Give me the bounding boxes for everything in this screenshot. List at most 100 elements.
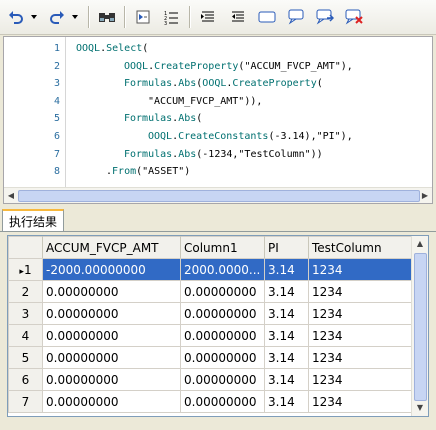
table-cell[interactable]: 0.00000000 [180, 302, 265, 325]
redo-icon[interactable] [46, 6, 68, 28]
scroll-left-icon[interactable]: ◀ [5, 190, 17, 201]
column-header[interactable]: PI [264, 236, 309, 259]
align-left-icon[interactable] [197, 6, 219, 28]
indent-icon[interactable] [132, 6, 154, 28]
table-row[interactable]: 2 0.00000000 0.00000000 3.14 1234 [8, 280, 415, 303]
table-row[interactable]: 5 0.00000000 0.00000000 3.14 1234 [8, 346, 415, 369]
align-center-icon[interactable] [227, 6, 249, 28]
table-cell[interactable]: 0.00000000 [42, 302, 181, 325]
table-row[interactable]: ▸1 -2000.00000000 2000.0000... 3.14 1234 [8, 258, 415, 281]
table-cell[interactable]: 0.00000000 [180, 368, 265, 391]
table-cell[interactable]: 3.14 [264, 258, 309, 281]
code-identifier: Select [106, 43, 143, 54]
table-cell[interactable]: 1234 [308, 258, 415, 281]
scroll-down-icon[interactable]: ▼ [414, 401, 426, 415]
row-header-corner [8, 236, 43, 259]
row-header[interactable]: 3 [8, 302, 43, 325]
toolbar-separator [124, 6, 125, 28]
table-row[interactable]: 3 0.00000000 0.00000000 3.14 1234 [8, 302, 415, 325]
table-cell[interactable]: 0.00000000 [180, 280, 265, 303]
table-cell[interactable]: 1234 [308, 368, 415, 391]
comment-icon[interactable] [285, 6, 307, 28]
code-line: OOQL.CreateProperty("ACCUM_FVCP_AMT"), [124, 58, 353, 75]
comment-delete-icon[interactable] [343, 6, 365, 28]
table-cell[interactable]: 1234 [308, 346, 415, 369]
row-header[interactable]: 4 [8, 324, 43, 347]
table-row[interactable]: 6 0.00000000 0.00000000 3.14 1234 [8, 368, 415, 391]
horizontal-scrollbar-thumb[interactable] [18, 190, 420, 202]
code-line: Formulas.Abs( [124, 110, 202, 127]
table-cell[interactable]: 0.00000000 [42, 280, 181, 303]
code-identifier: OOQL [76, 43, 101, 54]
code-identifier: Abs [178, 148, 197, 160]
table-cell[interactable]: -2000.00000000 [42, 258, 181, 281]
table-cell[interactable]: 0.00000000 [42, 368, 181, 391]
code-identifier: OOQL [202, 78, 227, 90]
table-cell[interactable]: 3.14 [264, 346, 309, 369]
svg-text:3: 3 [164, 21, 167, 25]
table-row[interactable]: 7 0.00000000 0.00000000 3.14 1234 [8, 390, 415, 413]
results-grid[interactable]: ACCUM_FVCP_AMT Column1 PI TestColumn ▸1-… [7, 235, 429, 417]
table-cell[interactable]: 3.14 [264, 390, 309, 413]
table-cell[interactable]: 3.14 [264, 368, 309, 391]
line-number: 2 [53, 60, 60, 72]
redo-dropdown-icon[interactable] [71, 12, 79, 22]
column-header[interactable]: ACCUM_FVCP_AMT [42, 236, 181, 259]
table-cell[interactable]: 1234 [308, 324, 415, 347]
table-cell[interactable]: 3.14 [264, 324, 309, 347]
row-number: 3 [21, 306, 30, 321]
horizontal-scrollbar[interactable]: ◀ ▶ [4, 187, 432, 203]
row-number: 1 [23, 262, 32, 277]
table-cell[interactable]: 1234 [308, 390, 415, 413]
scroll-up-icon[interactable]: ▲ [414, 237, 426, 251]
table-cell[interactable]: 1234 [308, 302, 415, 325]
rectangle-icon[interactable] [256, 6, 278, 28]
comment-arrow-icon[interactable] [314, 6, 336, 28]
code-identifier: Formulas [124, 148, 173, 160]
row-number: 4 [21, 328, 30, 343]
table-cell[interactable]: 0.00000000 [42, 390, 181, 413]
line-number: 8 [53, 166, 60, 178]
find-icon[interactable] [96, 6, 118, 28]
vertical-scrollbar[interactable]: ▲ ▼ [411, 236, 428, 416]
row-header[interactable]: 6 [8, 368, 43, 391]
list-icon[interactable]: 123 [160, 6, 182, 28]
undo-icon[interactable] [5, 6, 27, 28]
table-cell[interactable]: 1234 [308, 280, 415, 303]
line-number: 4 [53, 95, 60, 107]
results-table: ACCUM_FVCP_AMT Column1 PI TestColumn ▸1-… [8, 236, 415, 413]
table-cell[interactable]: 0.00000000 [42, 324, 181, 347]
code-text: ("ASSET") [136, 166, 191, 178]
table-cell[interactable]: 0.00000000 [42, 346, 181, 369]
row-header[interactable]: 2 [8, 280, 43, 303]
row-header[interactable]: 5 [8, 346, 43, 369]
column-header[interactable]: Column1 [180, 236, 265, 259]
row-header[interactable]: 7 [8, 390, 43, 413]
line-number: 3 [53, 78, 60, 90]
line-number: 1 [53, 43, 60, 54]
code-text: ( [142, 43, 149, 54]
column-header[interactable]: TestColumn [308, 236, 415, 259]
code-line: .From("ASSET") [106, 163, 190, 180]
table-cell[interactable]: 3.14 [264, 280, 309, 303]
tab-results[interactable]: 执行结果 [2, 209, 65, 231]
table-cell[interactable]: 0.00000000 [180, 324, 265, 347]
code-text: (-3.14),"PI"), [268, 131, 353, 142]
toolbar: 123 [0, 0, 436, 35]
table-cell[interactable]: 2000.0000... [180, 258, 265, 281]
undo-dropdown-icon[interactable] [30, 12, 38, 22]
scroll-right-icon[interactable]: ▶ [419, 190, 431, 201]
table-row[interactable]: 4 0.00000000 0.00000000 3.14 1234 [8, 324, 415, 347]
code-identifier: OOQL [124, 60, 149, 72]
vertical-scrollbar-thumb[interactable] [414, 253, 427, 401]
code-identifier: CreateProperty [154, 60, 239, 72]
table-cell[interactable]: 3.14 [264, 302, 309, 325]
code-identifier: Formulas [124, 113, 173, 125]
table-cell[interactable]: 0.00000000 [180, 390, 265, 413]
code-line: Formulas.Abs(-1234,"TestColumn")) [124, 146, 323, 163]
code-editor[interactable]: 1 2 3 4 5 6 7 8 OOQL.Select(OOQL.CreateProperty… [3, 36, 433, 204]
row-number: 2 [21, 284, 30, 299]
table-cell[interactable]: 0.00000000 [180, 346, 265, 369]
code-text: (-1234,"TestColumn")) [196, 148, 323, 160]
row-header[interactable]: ▸1 [8, 258, 43, 281]
